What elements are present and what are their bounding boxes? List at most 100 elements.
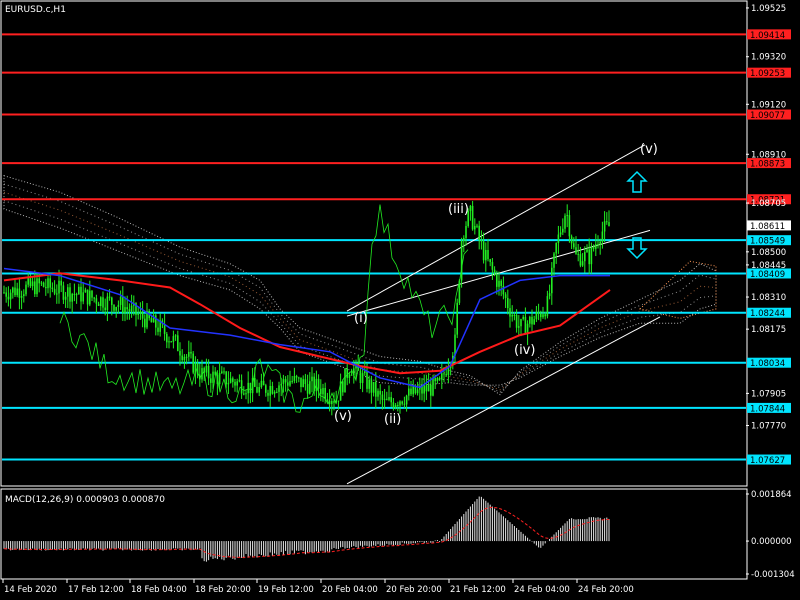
y-tick-label: 1.09320 — [751, 53, 786, 63]
candle-body — [500, 280, 502, 286]
candle-body — [29, 278, 32, 287]
candle-body — [320, 388, 322, 395]
candle-body — [485, 249, 487, 261]
candle-body — [529, 316, 531, 324]
x-tick-label: 18 Feb 20:00 — [195, 585, 251, 595]
candle-body — [78, 286, 80, 295]
candle-body — [97, 303, 100, 306]
macd-label: MACD(12,26,9) 0.000903 0.000870 — [5, 495, 165, 505]
candle-body — [441, 373, 443, 380]
level-tag-label: 1.07844 — [750, 404, 785, 414]
candle-body — [595, 244, 597, 249]
chart-title: EURUSD.c,H1 — [5, 5, 66, 15]
candle-body — [573, 243, 575, 248]
candle-body — [260, 380, 263, 388]
level-tag-label: 1.08409 — [750, 270, 785, 280]
x-tick-label: 21 Feb 12:00 — [450, 585, 506, 595]
candle-body — [223, 371, 225, 373]
candle-body — [75, 294, 78, 296]
candle-body — [254, 378, 256, 387]
candle-body — [423, 385, 425, 394]
candle-body — [245, 393, 247, 395]
candle-body — [232, 378, 234, 382]
candle-body — [553, 253, 555, 268]
candle-body — [311, 376, 313, 382]
candle-body — [436, 377, 439, 382]
x-tick-label: 24 Feb 04:00 — [514, 585, 570, 595]
candle-body — [190, 351, 192, 354]
candle-body — [309, 381, 311, 394]
candle-body — [5, 292, 7, 297]
candle-body — [592, 247, 595, 249]
price-plot-area — [2, 33, 746, 485]
price-axis: 1.094141.092531.090771.088731.087211.085… — [746, 4, 791, 466]
candle-body — [236, 381, 238, 386]
candle-body — [128, 309, 131, 312]
candle-body — [108, 296, 111, 298]
candle-body — [408, 388, 410, 396]
candle-body — [498, 280, 500, 287]
x-tick-label: 17 Feb 12:00 — [68, 585, 124, 595]
candle-body — [234, 381, 236, 386]
candle-body — [295, 376, 298, 378]
candle-body — [258, 387, 260, 393]
candle-body — [73, 293, 76, 295]
candle-body — [513, 314, 516, 316]
candle-body — [590, 247, 593, 265]
candle-body — [119, 296, 122, 305]
candle-body — [425, 385, 428, 392]
candle-body — [20, 296, 23, 298]
candle-body — [172, 336, 175, 342]
candle-body — [476, 225, 478, 227]
candle-body — [579, 254, 582, 266]
candle-body — [212, 371, 214, 383]
candle-body — [102, 297, 104, 308]
level-tag-label: 1.08244 — [750, 309, 785, 319]
candle-body — [80, 286, 82, 302]
candle-body — [238, 380, 241, 382]
candle-body — [471, 205, 474, 230]
candle-body — [185, 356, 188, 358]
y-tick-label: 1.07905 — [751, 389, 786, 399]
candle-body — [469, 205, 472, 211]
candle-body — [480, 239, 483, 242]
y-tick-label: 1.09525 — [751, 4, 786, 14]
candle-body — [14, 287, 16, 296]
candle-body — [227, 382, 230, 385]
candle-body — [348, 374, 351, 378]
candle-body — [100, 297, 102, 306]
level-tag-label: 1.09077 — [750, 111, 785, 121]
candle-body — [278, 385, 280, 392]
candle-body — [606, 221, 608, 223]
eurusd-chart[interactable]: EURUSD.c,H1 MACD(12,26,9) 0.000903 0.000… — [0, 0, 800, 600]
candle-body — [478, 225, 480, 240]
candle-body — [157, 327, 159, 332]
candle-body — [86, 289, 89, 305]
candle-body — [361, 373, 364, 383]
candle-body — [89, 290, 91, 305]
macd-signal-line — [4, 506, 610, 559]
candle-body — [386, 398, 388, 400]
macd-tick-label: 0.001864 — [751, 490, 792, 500]
candle-body — [34, 281, 36, 295]
candle-body — [111, 297, 113, 305]
level-tag-label: 1.09414 — [750, 31, 785, 41]
candle-body — [265, 385, 267, 393]
candle-body — [179, 350, 181, 356]
candle-body — [124, 307, 126, 314]
candle-body — [546, 296, 549, 317]
candle-body — [584, 252, 586, 262]
candle-body — [31, 281, 34, 287]
candle-body — [394, 404, 397, 408]
candle-body — [122, 296, 124, 314]
candle-body — [267, 392, 269, 396]
candle-body — [104, 307, 106, 311]
candle-body — [522, 316, 524, 320]
candle-body — [177, 335, 179, 351]
candle-body — [317, 378, 320, 389]
candle-body — [18, 288, 21, 298]
x-tick-label: 20 Feb 20:00 — [386, 585, 442, 595]
candle-body — [524, 316, 527, 334]
candle-body — [218, 373, 221, 385]
candles — [3, 200, 610, 416]
